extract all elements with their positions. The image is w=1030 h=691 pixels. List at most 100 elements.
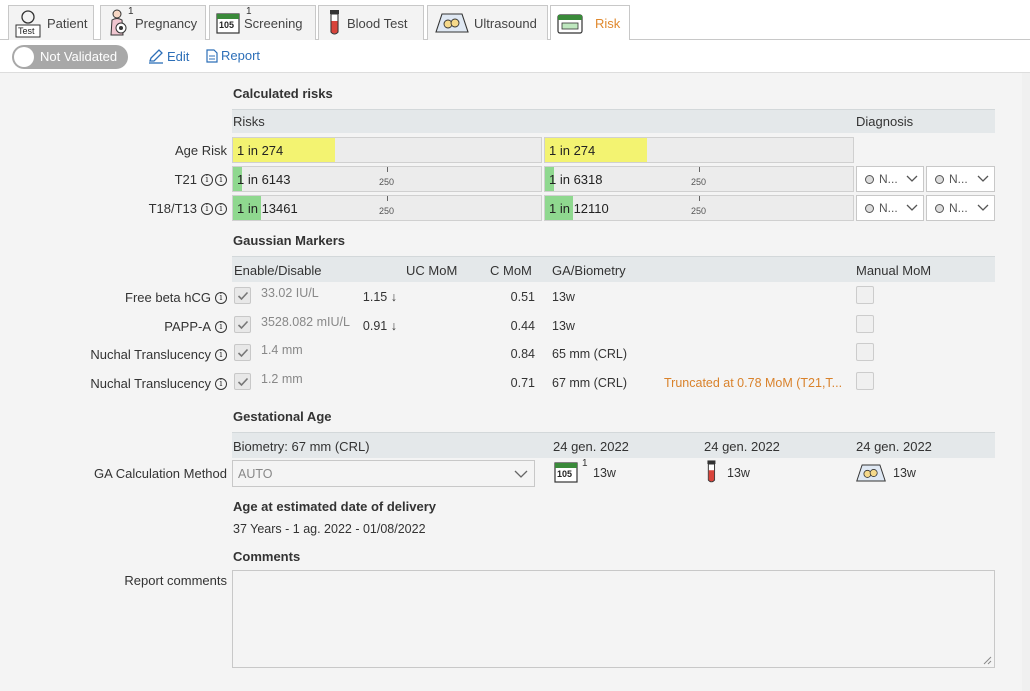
t18-t13-label: T18/T13 i i <box>149 201 227 216</box>
status-dot-icon <box>935 175 944 184</box>
checkmark-icon <box>237 348 249 358</box>
tick-label: 250 <box>379 206 395 216</box>
tab-pregnancy-label: Pregnancy <box>135 15 198 31</box>
report-label: Report <box>221 48 261 63</box>
marker-row: 3528.082 mIU/L 0.91 ↓ 0.44 13w <box>232 312 995 340</box>
t21-bar-left: 1 in 6143 250 <box>232 166 542 192</box>
manual-mom-header: Manual MoM <box>856 263 932 278</box>
t21-value-right: 1 in 6318 <box>549 172 603 187</box>
age-risk-bar-left: 1 in 274 <box>232 137 542 163</box>
screening-count: 1 <box>246 6 252 17</box>
chevron-down-icon <box>906 204 918 211</box>
validation-label: Not Validated <box>40 49 118 64</box>
checkmark-icon <box>237 320 249 330</box>
c-mom-value: 0.51 <box>510 290 535 304</box>
info-icon[interactable]: i <box>215 320 227 333</box>
tab-patient[interactable]: Test Patient <box>8 5 94 40</box>
enable-checkbox[interactable] <box>234 344 251 361</box>
t21-diagnosis-select-2[interactable]: N... <box>926 166 995 192</box>
ga-method-select[interactable]: AUTO <box>232 460 535 487</box>
tab-patient-label: Patient <box>47 15 88 31</box>
risks-header: Risks Diagnosis <box>232 109 995 133</box>
marker-label: Free beta hCG i <box>125 290 227 305</box>
status-dot-icon <box>935 204 944 213</box>
gestational-header: Biometry: 67 mm (CRL) 24 gen. 2022 24 ge… <box>232 432 995 458</box>
tick-label: 250 <box>691 206 707 216</box>
diagnosis-header-label: Diagnosis <box>856 114 914 129</box>
ultrasound-ga-weeks: 13w <box>893 466 916 480</box>
enable-checkbox[interactable] <box>234 316 251 333</box>
toolbar: Not Validated Edit Report <box>0 40 1030 73</box>
manual-mom-checkbox[interactable] <box>856 372 874 390</box>
t21-value-left: 1 in 6143 <box>237 172 291 187</box>
t18-t13-diagnosis-select-2[interactable]: N... <box>926 195 995 221</box>
c-mom-value: 0.84 <box>510 347 535 361</box>
chevron-down-icon <box>906 175 918 182</box>
info-icon[interactable]: i <box>201 173 213 186</box>
tab-pregnancy[interactable]: 1 Pregnancy <box>100 5 206 40</box>
tab-screening[interactable]: 105 1 Screening <box>209 5 316 40</box>
ga-biometry-value: 13w <box>552 319 575 333</box>
t18-t13-diagnosis-value-1: N... <box>879 201 898 215</box>
marker-label-text: Nuchal Translucency <box>90 347 211 362</box>
manual-mom-checkbox[interactable] <box>856 315 874 333</box>
manual-mom-checkbox[interactable] <box>856 343 874 361</box>
t18-t13-value-right: 1 in 12110 <box>549 201 609 216</box>
risks-header-label: Risks <box>233 114 265 129</box>
info-icon[interactable]: i <box>215 377 227 390</box>
blood-test-ga-weeks: 13w <box>727 466 750 480</box>
t21-diagnosis-value-1: N... <box>879 172 898 186</box>
info-icon[interactable]: i <box>215 173 227 186</box>
info-icon[interactable]: i <box>215 348 227 361</box>
age-risk-bar-right: 1 in 274 <box>544 137 854 163</box>
ga-biometry-header: GA/Biometry <box>552 263 626 278</box>
screening-date: 24 gen. 2022 <box>553 439 629 454</box>
info-icon[interactable]: i <box>201 202 213 215</box>
report-button[interactable]: Report <box>206 48 260 63</box>
marker-label-text: PAPP-A <box>164 319 211 334</box>
validation-toggle[interactable]: Not Validated <box>12 45 128 69</box>
c-mom-header: C MoM <box>490 263 532 278</box>
info-icon[interactable]: i <box>215 291 227 304</box>
t18-t13-diagnosis-select-1[interactable]: N... <box>856 195 924 221</box>
chevron-down-icon <box>514 470 528 478</box>
patient-badge: Test <box>18 26 35 36</box>
toggle-knob <box>14 47 34 67</box>
enable-checkbox[interactable] <box>234 287 251 304</box>
screening-ga-weeks: 13w <box>593 466 616 480</box>
tick-mark <box>699 196 700 201</box>
marker-row: 1.4 mm 0.84 65 mm (CRL) <box>232 340 995 368</box>
manual-mom-checkbox[interactable] <box>856 286 874 304</box>
age-risk-value-left: 1 in 274 <box>237 143 284 158</box>
t18-t13-bar-right: 1 in 12110 250 <box>544 195 854 221</box>
biometry-header: Biometry: 67 mm (CRL) <box>233 439 370 454</box>
resize-handle-icon[interactable] <box>983 656 992 665</box>
tab-screening-label: Screening <box>244 15 303 31</box>
tab-blood-test[interactable]: Blood Test <box>318 5 424 40</box>
age-delivery-value: 37 Years - 1 ag. 2022 - 01/08/2022 <box>233 522 426 536</box>
screening-count: 1 <box>582 458 588 469</box>
t18-t13-value-left: 1 in 13461 <box>237 201 298 216</box>
age-risk-label-text: Age Risk <box>174 143 227 158</box>
t21-diagnosis-select-1[interactable]: N... <box>856 166 924 192</box>
enable-checkbox[interactable] <box>234 373 251 390</box>
chevron-down-icon <box>977 175 989 182</box>
info-icon[interactable]: i <box>215 202 227 215</box>
tab-risk[interactable]: Risk <box>550 5 630 41</box>
status-dot-icon <box>865 204 874 213</box>
ga-biometry-value: 67 mm (CRL) <box>552 376 628 390</box>
pencil-icon <box>149 49 163 64</box>
blood-test-date: 24 gen. 2022 <box>704 439 780 454</box>
tab-ultrasound[interactable]: Ultrasound <box>427 5 548 40</box>
risk-icon <box>557 13 583 35</box>
ga-method-label: GA Calculation Method <box>94 466 227 481</box>
tab-risk-label: Risk <box>595 16 621 31</box>
vertical-scrollbar[interactable] <box>1022 73 1030 691</box>
enable-header: Enable/Disable <box>234 263 322 278</box>
t21-bar-right: 1 in 6318 250 <box>544 166 854 192</box>
age-risk-value-right: 1 in 274 <box>549 143 596 158</box>
uc-mom-value: 1.15 ↓ <box>315 290 397 304</box>
edit-button[interactable]: Edit <box>148 48 189 64</box>
truncation-warning: Truncated at 0.78 MoM (T21,T... <box>664 376 843 390</box>
report-comments-textarea[interactable] <box>232 570 995 668</box>
